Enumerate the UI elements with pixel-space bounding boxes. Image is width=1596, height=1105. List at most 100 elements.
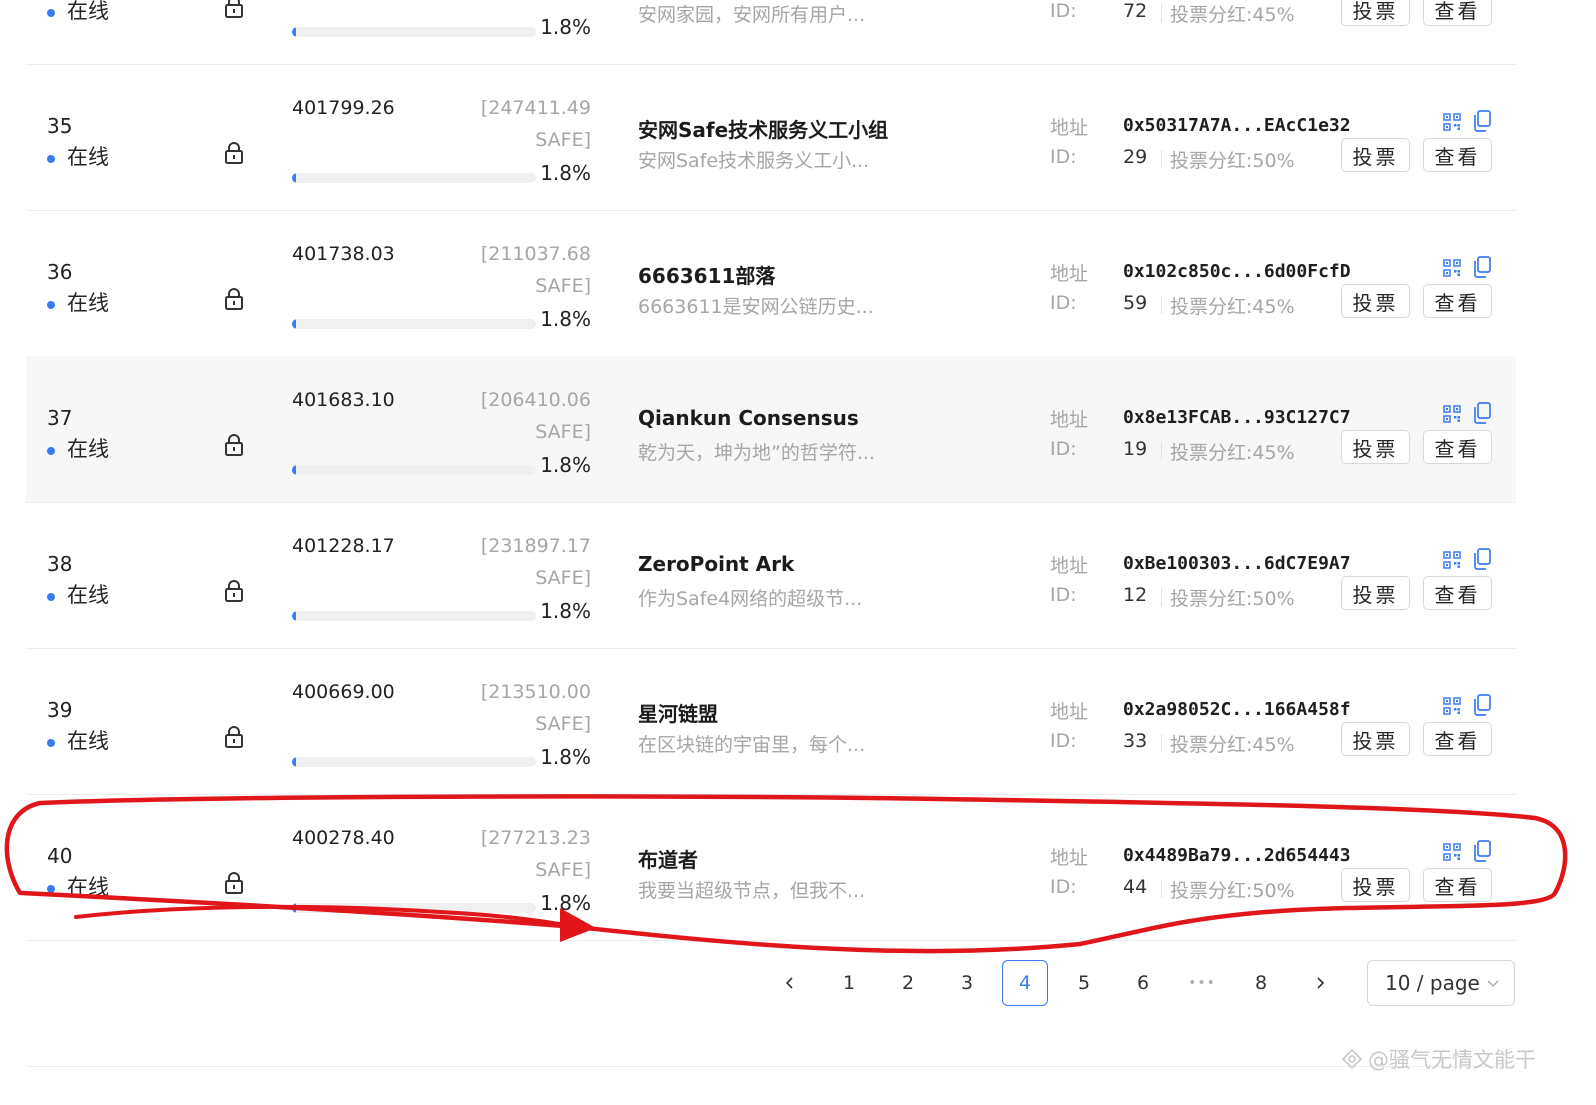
lock-icon	[224, 0, 244, 19]
vote-button[interactable]: 投票	[1341, 138, 1410, 172]
node-description: 安网家园，安网所有用户...	[638, 4, 866, 26]
lock-icon	[224, 287, 244, 311]
vote-dividend: 投票分红:45%	[1170, 4, 1295, 26]
rank-number: 36	[47, 260, 73, 284]
qr-code-icon[interactable]	[1443, 697, 1461, 715]
id-label: ID:	[1050, 438, 1077, 460]
lock-icon	[224, 433, 244, 457]
page-ellipsis[interactable]: •••	[1179, 960, 1225, 1006]
node-description: 6663611是安网公链历史...	[638, 296, 874, 318]
vote-progress-fill	[292, 611, 297, 621]
address-label: 地址	[1050, 409, 1089, 431]
vote-button[interactable]: 投票	[1341, 868, 1410, 902]
table-row: 39 在线 400669.00 [213510.00 SAFE] 1.8% 星河链盟 在区块链…	[26, 648, 1516, 795]
copy-icon[interactable]	[1473, 840, 1491, 862]
page-button-3[interactable]: 3	[944, 960, 990, 1006]
vote-progress-fill	[292, 319, 297, 329]
vote-button[interactable]: 投票	[1341, 576, 1410, 610]
view-button[interactable]: 查看	[1423, 430, 1492, 464]
vote-unit: SAFE]	[535, 567, 591, 589]
node-id: 59	[1123, 292, 1148, 314]
copy-icon[interactable]	[1473, 694, 1491, 716]
chevron-right-icon	[1317, 977, 1325, 989]
view-button[interactable]: 查看	[1423, 138, 1492, 172]
divider	[1161, 150, 1162, 168]
status-text: 在线	[67, 291, 109, 315]
view-button[interactable]: 查看	[1423, 0, 1492, 26]
vote-button[interactable]: 投票	[1341, 284, 1410, 318]
qr-code-icon[interactable]	[1443, 259, 1461, 277]
divider	[1161, 588, 1162, 606]
vote-progress-bar	[292, 757, 536, 767]
id-label: ID:	[1050, 0, 1077, 22]
divider	[1161, 296, 1162, 314]
address-label: 地址	[1050, 555, 1089, 577]
node-address: 0x102c850c...6d00FcfD	[1123, 261, 1351, 282]
rank-number: 35	[47, 114, 73, 138]
table-row: 36 在线 401738.03 [211037.68 SAFE] 1.8% 6663611部…	[26, 210, 1516, 357]
node-address: 0x8e13FCAB...93C127C7	[1123, 407, 1351, 428]
vote-button[interactable]: 投票	[1341, 0, 1410, 26]
vote-percent: 1.8%	[540, 599, 591, 623]
vote-button[interactable]: 投票	[1341, 722, 1410, 756]
vote-dividend: 投票分红:50%	[1170, 150, 1295, 172]
page-button-1[interactable]: 1	[826, 960, 872, 1006]
view-button[interactable]: 查看	[1423, 284, 1492, 318]
qr-code-icon[interactable]	[1443, 843, 1461, 861]
node-id: 19	[1123, 438, 1148, 460]
table-row: 37 在线 401683.10 [206410.06 SAFE] 1.8% Qiankun …	[26, 356, 1516, 503]
copy-icon[interactable]	[1473, 548, 1491, 570]
view-button[interactable]: 查看	[1423, 722, 1492, 756]
view-button[interactable]: 查看	[1423, 576, 1492, 610]
status-text: 在线	[67, 0, 109, 23]
rank-number: 38	[47, 552, 73, 576]
copy-icon[interactable]	[1473, 402, 1491, 424]
id-label: ID:	[1050, 292, 1077, 314]
page-button-8[interactable]: 8	[1238, 960, 1284, 1006]
qr-code-icon[interactable]	[1443, 113, 1461, 131]
lock-icon	[224, 871, 244, 895]
copy-icon[interactable]	[1473, 256, 1491, 278]
prev-page-button[interactable]	[767, 960, 813, 1006]
total-votes: 401738.03	[292, 243, 395, 265]
status-dot	[47, 301, 55, 309]
page-button-2[interactable]: 2	[885, 960, 931, 1006]
total-votes: 401228.17	[292, 535, 395, 557]
page-size-value: 10 / page	[1385, 971, 1480, 995]
node-address: 0x50317A7A...EAcC1e32	[1123, 115, 1351, 136]
qr-code-icon[interactable]	[1443, 405, 1461, 423]
total-votes: 401799.26	[292, 97, 395, 119]
node-name: 星河链盟	[638, 702, 718, 726]
view-button[interactable]: 查看	[1423, 868, 1492, 902]
table-row: 35 在线 401799.26 [247411.49 SAFE] 1.8% 安网Safe技术…	[26, 64, 1516, 211]
page-button-6[interactable]: 6	[1120, 960, 1166, 1006]
node-address: 0x2a98052C...166A458f	[1123, 699, 1351, 720]
node-id: 29	[1123, 146, 1148, 168]
vote-percent: 1.8%	[540, 161, 591, 185]
status-text: 在线	[67, 875, 109, 899]
next-page-button[interactable]	[1297, 960, 1343, 1006]
vote-amount: [247411.49	[480, 97, 591, 119]
node-name: Qiankun Consensus	[638, 406, 859, 430]
vote-progress-fill	[292, 173, 297, 183]
vote-progress-fill	[292, 27, 297, 37]
vote-button[interactable]: 投票	[1341, 430, 1410, 464]
qr-code-icon[interactable]	[1443, 551, 1461, 569]
vote-progress-fill	[292, 903, 297, 913]
vote-percent: 1.8%	[540, 15, 591, 39]
divider	[26, 1066, 1516, 1067]
node-description: 在区块链的宇宙里，每个...	[638, 734, 866, 756]
vote-progress-bar	[292, 903, 536, 913]
vote-dividend: 投票分红:50%	[1170, 588, 1295, 610]
copy-icon[interactable]	[1473, 110, 1491, 132]
rank-number: 40	[47, 844, 73, 868]
vote-dividend: 投票分红:50%	[1170, 880, 1295, 902]
table-row: 40 在线 400278.40 [277213.23 SAFE] 1.8% 布道者 我要当超级…	[26, 794, 1516, 941]
vote-percent: 1.8%	[540, 453, 591, 477]
node-address: 0xBe100303...6dC7E9A7	[1123, 553, 1351, 574]
total-votes: 400278.40	[292, 827, 395, 849]
page-size-select[interactable]: 10 / page	[1367, 960, 1515, 1006]
node-id: 44	[1123, 876, 1148, 898]
page-button-5[interactable]: 5	[1061, 960, 1107, 1006]
page-button-4[interactable]: 4	[1002, 960, 1048, 1006]
